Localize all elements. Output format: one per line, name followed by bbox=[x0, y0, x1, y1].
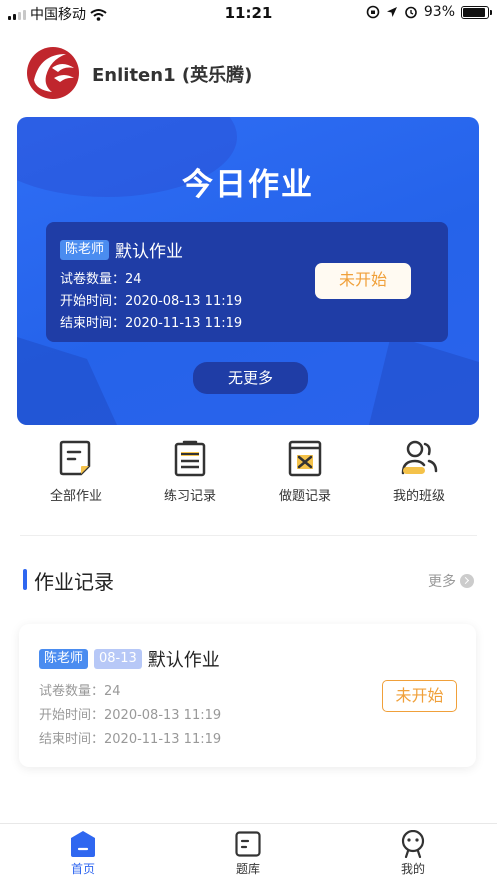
tab-label: 我的 bbox=[400, 862, 425, 876]
home-icon bbox=[71, 831, 95, 857]
book-x-icon bbox=[288, 440, 322, 477]
homework-card[interactable]: 陈老师 默认作业 试卷数量：24 开始时间：2020-08-13 11:19 结… bbox=[46, 222, 448, 342]
menu-label: 练习记录 bbox=[163, 489, 216, 504]
location-icon bbox=[386, 7, 397, 17]
alarm-icon bbox=[405, 6, 417, 19]
teacher-tag: 陈老师 bbox=[60, 239, 110, 260]
menu-item-practice-records[interactable]: 练习记录 bbox=[140, 438, 240, 504]
record-name: 默认作业 bbox=[147, 650, 220, 671]
section-accent-bar bbox=[23, 569, 27, 590]
paper-count: 试卷数量：24 bbox=[60, 272, 142, 287]
app-title: Enliten1 (英乐腾) bbox=[92, 65, 253, 86]
date-tag: 08-13 bbox=[94, 649, 142, 669]
section-title: 作业记录 bbox=[34, 570, 114, 594]
banner-decoration bbox=[369, 335, 479, 425]
end-time: 结束时间：2020-11-13 11:19 bbox=[39, 732, 222, 747]
homework-name: 默认作业 bbox=[115, 242, 184, 262]
people-icon bbox=[401, 440, 438, 475]
more-label: 更多 bbox=[428, 574, 456, 590]
quick-menu: 全部作业 练习记录 做题记录 我的班级 bbox=[0, 438, 497, 518]
homework-record-card[interactable]: 陈老师 08-13 默认作业 试卷数量：24 开始时间：2020-08-13 1… bbox=[19, 624, 476, 767]
menu-label: 我的班级 bbox=[392, 489, 445, 504]
menu-item-question-records[interactable]: 做题记录 bbox=[255, 438, 355, 504]
battery-icon bbox=[461, 5, 492, 19]
homework-card-header: 陈老师 默认作业 bbox=[60, 237, 183, 262]
status-bar: 中国移动 11:21 93% bbox=[0, 0, 497, 26]
tab-question-bank[interactable]: 题库 bbox=[198, 830, 298, 877]
question-bank-icon bbox=[235, 831, 261, 857]
start-time: 开始时间：2020-08-13 11:19 bbox=[60, 294, 243, 309]
bottom-tab-bar: 首页 题库 我的 bbox=[0, 823, 497, 883]
teacher-tag: 陈老师 bbox=[39, 649, 89, 669]
status-button[interactable]: 未开始 bbox=[382, 680, 457, 712]
clipboard-icon bbox=[174, 440, 206, 477]
document-icon bbox=[59, 440, 91, 476]
today-homework-banner: 今日作业 陈老师 默认作业 试卷数量：24 开始时间：2020-08-13 11… bbox=[17, 117, 479, 425]
chevron-right-icon bbox=[460, 574, 474, 588]
battery-percent: 93% bbox=[423, 4, 455, 20]
menu-item-my-class[interactable]: 我的班级 bbox=[369, 438, 469, 504]
record-card-header: 陈老师 08-13 默认作业 bbox=[39, 646, 220, 672]
tab-home[interactable]: 首页 bbox=[33, 830, 133, 877]
menu-label: 全部作业 bbox=[49, 489, 102, 504]
end-time: 结束时间：2020-11-13 11:19 bbox=[60, 316, 243, 331]
orientation-lock-icon bbox=[366, 5, 380, 19]
tab-label: 首页 bbox=[70, 862, 95, 876]
tab-label: 题库 bbox=[235, 862, 260, 876]
paper-count: 试卷数量：24 bbox=[39, 684, 121, 699]
tab-mine[interactable]: 我的 bbox=[363, 830, 463, 877]
profile-icon bbox=[401, 830, 425, 858]
banner-title: 今日作业 bbox=[182, 167, 314, 203]
more-link[interactable]: 更多 bbox=[428, 571, 474, 591]
start-time: 开始时间：2020-08-13 11:19 bbox=[39, 708, 222, 723]
status-button[interactable]: 未开始 bbox=[315, 263, 411, 299]
app-logo-icon bbox=[27, 47, 79, 99]
no-more-button[interactable]: 无更多 bbox=[193, 362, 308, 394]
menu-item-all-homework[interactable]: 全部作业 bbox=[26, 438, 126, 504]
menu-label: 做题记录 bbox=[278, 489, 331, 504]
status-right: 93% bbox=[366, 4, 492, 20]
divider bbox=[20, 535, 477, 536]
